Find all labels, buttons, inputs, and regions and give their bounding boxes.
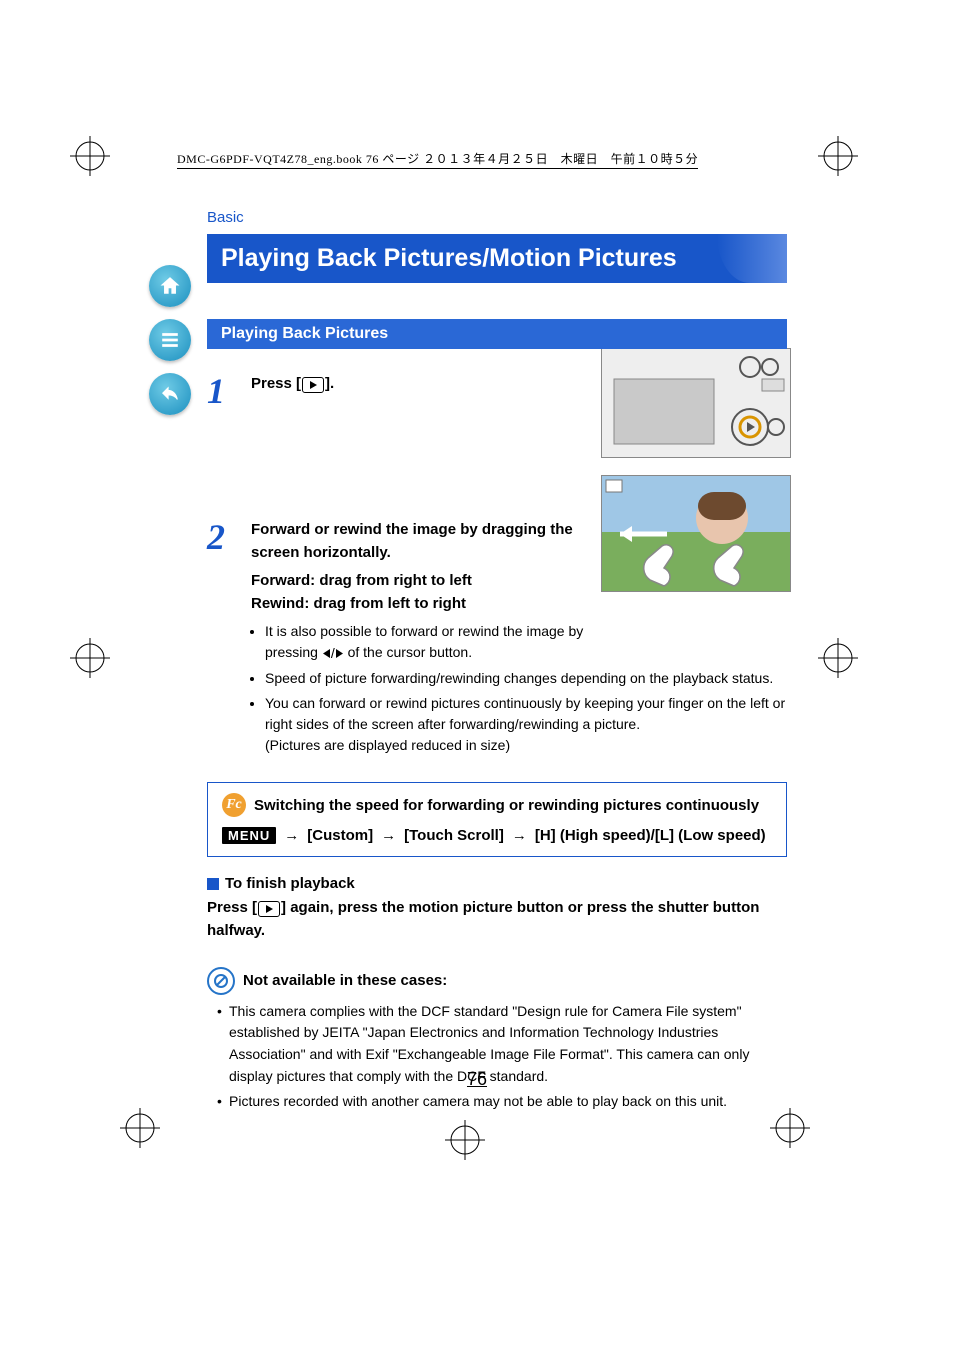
fc-badge-icon: Fc — [222, 793, 246, 817]
square-bullet-icon — [207, 878, 219, 890]
bullet-text: You can forward or rewind pictures conti… — [265, 695, 785, 732]
bullet-paren: (Pictures are displayed reduced in size) — [265, 737, 510, 753]
not-available-heading: Not available in these cases: — [207, 967, 787, 995]
home-button[interactable] — [149, 265, 191, 307]
menu-badge: MENU — [222, 827, 276, 844]
finish-body-before: Press [ — [207, 899, 257, 916]
not-available-icon — [207, 967, 235, 995]
list-item: Speed of picture forwarding/rewinding ch… — [265, 668, 787, 689]
footnote: •Pictures recorded with another camera m… — [217, 1091, 787, 1113]
finish-body-after: ] again, press the motion picture button… — [207, 899, 759, 939]
finish-heading-text: To finish playback — [225, 875, 355, 892]
step-2-rewind: Rewind: drag from left to right — [251, 593, 787, 616]
step-2-title: Forward or rewind the image by dragging … — [251, 519, 591, 564]
regmark-bl — [120, 1108, 160, 1148]
speed-panel: Fc Switching the speed for forwarding or… — [207, 782, 787, 857]
left-right-cursor-icon: / — [322, 643, 344, 664]
menu-step: [Touch Scroll] — [404, 827, 504, 844]
step-2: 2 Forward or rewind the image by draggin… — [207, 519, 787, 760]
regmark-tl — [70, 136, 110, 176]
page-title: Playing Back Pictures/Motion Pictures — [207, 234, 787, 283]
finish-playback-heading: To finish playback — [207, 875, 787, 892]
menu-step: [Custom] — [307, 827, 373, 844]
menu-path: MENU → [Custom] → [Touch Scroll] → [H] (… — [222, 827, 772, 844]
contents-button[interactable] — [149, 319, 191, 361]
step-2-bullets: It is also possible to forward or rewind… — [251, 621, 787, 756]
step-number: 1 — [207, 373, 233, 409]
bullet-icon: • — [217, 1091, 225, 1113]
page-number: 76 — [0, 1069, 954, 1090]
not-available-notes: •This camera complies with the DCF stand… — [207, 1001, 787, 1113]
regmark-mr — [818, 638, 858, 678]
step-2-forward: Forward: drag from right to left — [251, 570, 787, 593]
playback-icon — [258, 901, 280, 917]
step-number: 2 — [207, 519, 233, 760]
arrow-icon: → — [280, 827, 303, 844]
step-1-text-before: Press [ — [251, 375, 301, 392]
arrow-icon: → — [508, 827, 531, 844]
playback-icon — [302, 377, 324, 393]
page-content: DMC-G6PDF-VQT4Z78_eng.book 76 ページ ２０１３年４… — [207, 150, 787, 1117]
breadcrumb: Basic — [207, 209, 787, 226]
regmark-tr — [818, 136, 858, 176]
list-item: You can forward or rewind pictures conti… — [265, 693, 787, 756]
list-item: It is also possible to forward or rewind… — [265, 621, 595, 664]
regmark-bc — [445, 1120, 485, 1160]
panel-heading: Switching the speed for forwarding or re… — [254, 797, 759, 814]
pdf-nav-sidebar — [149, 265, 191, 415]
section-header: Playing Back Pictures — [207, 319, 787, 349]
step-1: 1 Press []. — [207, 373, 787, 409]
menu-step: [H] (High speed)/[L] (Low speed) — [535, 827, 766, 844]
arrow-icon: → — [377, 827, 400, 844]
step-1-text-after: ]. — [325, 375, 334, 392]
regmark-ml — [70, 638, 110, 678]
finish-body: Press [] again, press the motion picture… — [207, 896, 787, 943]
bullet-text: of the cursor button. — [344, 644, 472, 660]
not-available-heading-text: Not available in these cases: — [243, 972, 447, 989]
back-button[interactable] — [149, 373, 191, 415]
book-header-line: DMC-G6PDF-VQT4Z78_eng.book 76 ページ ２０１３年４… — [177, 150, 698, 169]
footnote-text: Pictures recorded with another camera ma… — [229, 1091, 727, 1113]
